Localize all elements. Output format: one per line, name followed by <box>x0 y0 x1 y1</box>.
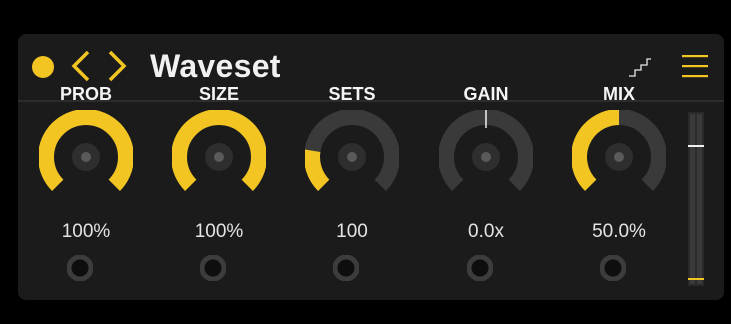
knob-dial[interactable] <box>171 109 267 209</box>
knob-value[interactable]: 100% <box>164 221 274 243</box>
knob-value[interactable]: 50.0% <box>564 221 674 243</box>
chevron-right-icon[interactable] <box>106 46 128 86</box>
level-meter[interactable] <box>688 112 704 286</box>
modulation-port-icon[interactable] <box>466 254 494 286</box>
plugin-title: Waveset <box>150 48 281 84</box>
modulation-port-icon[interactable] <box>199 254 227 286</box>
knob-label: GAIN <box>463 84 509 104</box>
staircase-icon[interactable] <box>628 58 652 83</box>
knob-dial[interactable] <box>304 109 400 209</box>
knob-label: MIX <box>602 84 635 104</box>
knob-value[interactable]: 0.0x <box>431 221 541 243</box>
knob-dial[interactable] <box>38 109 134 209</box>
knob-value[interactable]: 100 <box>297 221 407 243</box>
knob-dial[interactable] <box>571 109 667 209</box>
modulation-port-icon[interactable] <box>599 254 627 286</box>
chevron-left-icon[interactable] <box>70 46 92 86</box>
knob-label: SIZE <box>198 84 239 104</box>
knob-value-arc <box>304 149 330 191</box>
knob-label: PROB <box>59 84 112 104</box>
hamburger-menu-icon[interactable] <box>682 53 708 84</box>
modulation-port-icon[interactable] <box>332 254 360 286</box>
knob-dial[interactable] <box>438 106 534 209</box>
level-meter-graphic <box>688 112 704 286</box>
knob-value[interactable]: 100% <box>31 221 141 243</box>
power-dot-icon[interactable] <box>32 56 54 78</box>
knob-label: SETS <box>328 84 376 104</box>
modulation-port-icon[interactable] <box>66 254 94 286</box>
